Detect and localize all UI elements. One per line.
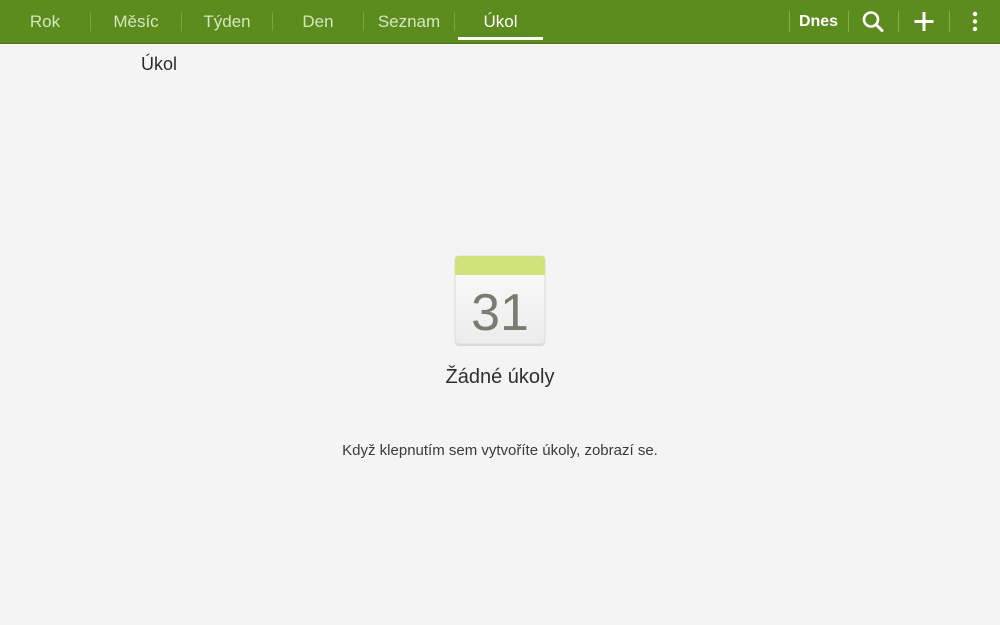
tab-week[interactable]: Týden (182, 0, 272, 43)
today-button[interactable]: Dnes (790, 0, 847, 43)
active-tab-indicator (458, 37, 543, 40)
tab-day[interactable]: Den (273, 0, 363, 43)
tab-label: Seznam (377, 12, 441, 31)
tab-label: Týden (203, 12, 251, 31)
tab-label: Den (302, 12, 334, 31)
plus-icon (914, 12, 934, 31)
tab-month[interactable]: Měsíc (91, 0, 181, 43)
tab-label: Měsíc (113, 12, 159, 31)
today-label: Dnes (798, 13, 839, 30)
tab-task[interactable]: Úkol (458, 0, 543, 43)
empty-state-title: Žádné úkoly (445, 366, 555, 388)
add-button[interactable] (899, 0, 949, 43)
search-button[interactable] (849, 0, 898, 43)
empty-state-hint[interactable]: Když klepnutím sem vytvoříte úkoly, zobr… (0, 442, 1000, 459)
tab-label: Úkol (483, 12, 518, 31)
section-title: Úkol (141, 54, 178, 74)
overflow-menu-button[interactable] (950, 0, 1000, 43)
calendar-icon: 31 (454, 255, 546, 347)
action-bar: Rok Měsíc Týden Den Seznam Úkol Dnes (0, 0, 1000, 44)
tab-year[interactable]: Rok (0, 0, 90, 43)
tab-label: Rok (29, 12, 61, 31)
calendar-number: 31 (471, 284, 529, 342)
search-icon (862, 11, 884, 32)
overflow-menu-icon (972, 11, 978, 32)
tab-list[interactable]: Seznam (364, 0, 454, 43)
tab-divider (454, 12, 455, 31)
